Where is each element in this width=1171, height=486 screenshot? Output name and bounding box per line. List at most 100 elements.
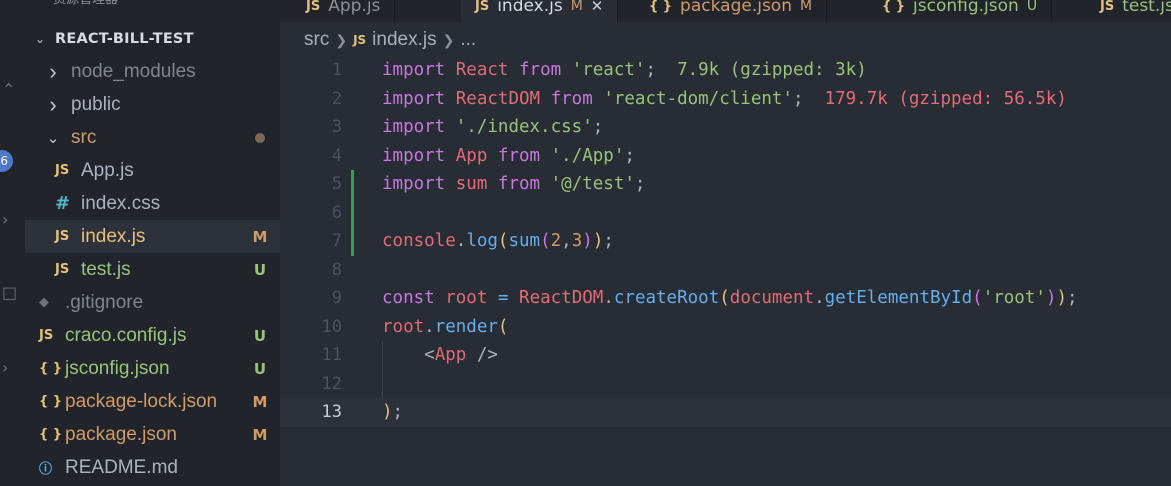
tree-item[interactable]: › node_modules: [25, 55, 280, 88]
code-line[interactable]: 9 const root = ReactDOM.createRoot(docume…: [280, 284, 1171, 313]
tree-item[interactable]: # index.css: [25, 187, 280, 220]
tree-item[interactable]: ⌄ src: [25, 121, 280, 154]
tree-item-label: test.js: [81, 258, 131, 280]
tab-modified-mark: M: [570, 0, 583, 14]
tree-item[interactable]: { } jsconfig.json U: [25, 352, 280, 385]
code-text: console.log(sum(2,3));: [382, 231, 614, 251]
chevron-right-icon: ›: [49, 91, 57, 117]
activity-bar: ⌃ 6 › □ ›: [0, 0, 25, 486]
line-number: 13: [321, 402, 342, 422]
tree-item[interactable]: JS craco.config.js U: [25, 319, 280, 352]
explorer-sidebar: 资源管理器 ⌄ REACT-BILL-TEST › node_modules › pu…: [25, 0, 280, 486]
line-number: 1: [331, 60, 342, 80]
chevron-down-icon: ⌄: [34, 32, 46, 46]
json-file-icon: { }: [649, 0, 673, 14]
code-editor[interactable]: 1 import React from 'react'; 7.9k (gzippe…: [280, 56, 1171, 486]
run-debug-icon[interactable]: ›: [2, 212, 8, 228]
git-status-badge: M: [252, 227, 268, 246]
git-added-marker[interactable]: [351, 170, 354, 199]
editor-tabs: JS App.js JS index.js M ✕ { } package.js…: [280, 0, 1171, 22]
code-text: <App />: [382, 345, 498, 365]
tree-item[interactable]: JS App.js: [25, 154, 280, 187]
js-file-icon: JS: [475, 0, 490, 14]
project-name: REACT-BILL-TEST: [55, 31, 194, 47]
breadcrumb-more[interactable]: ...: [460, 29, 476, 51]
git-status-badge: U: [253, 326, 267, 345]
code-line[interactable]: 2 import ReactDOM from 'react-dom/client'…: [280, 85, 1171, 114]
info-file-icon: ⓘ: [39, 462, 53, 477]
tab-modified-mark: M: [799, 0, 813, 14]
tree-item[interactable]: JS index.js M: [25, 220, 280, 253]
line-number: 3: [331, 117, 342, 137]
js-file-icon: JS: [1100, 0, 1115, 14]
code-text: import React from 'react'; 7.9k (gzipped…: [382, 60, 867, 80]
chevron-down-icon: ⌄: [46, 129, 60, 147]
breadcrumb-folder[interactable]: src: [304, 29, 329, 51]
line-number: 6: [331, 202, 342, 223]
tab-label: App.js: [328, 0, 381, 16]
line-number: 4: [331, 145, 342, 166]
tree-item-label: .gitignore: [65, 291, 144, 313]
chevron-right-icon: ›: [49, 58, 57, 84]
code-text: const root = ReactDOM.createRoot(documen…: [382, 288, 1078, 308]
code-line[interactable]: 5 import sum from '@/test';: [280, 170, 1171, 199]
breadcrumb-file[interactable]: index.js: [372, 29, 436, 51]
tab-untracked-mark: U: [1026, 0, 1038, 14]
tree-item[interactable]: { } package.json M: [25, 418, 280, 451]
modified-dot: [240, 132, 280, 143]
code-line[interactable]: 4 import App from './App';: [280, 142, 1171, 171]
code-line[interactable]: 10 root.render(: [280, 313, 1171, 342]
code-line[interactable]: 6: [280, 198, 1171, 227]
code-line[interactable]: 3 import './index.css';: [280, 113, 1171, 142]
line-number: 7: [331, 231, 342, 251]
tree-item[interactable]: JS test.js U: [25, 253, 280, 286]
tree-item[interactable]: ⓘ README.md: [25, 451, 280, 484]
code-line[interactable]: 12: [280, 369, 1171, 398]
git-status-badge: M: [252, 425, 268, 444]
tree-item[interactable]: ◆ .gitignore: [25, 286, 280, 319]
code-line[interactable]: 1 import React from 'react'; 7.9k (gzippe…: [280, 56, 1171, 85]
tree-item-label: jsconfig.json: [65, 357, 170, 379]
tree-item-label: src: [71, 126, 97, 148]
code-line[interactable]: 11 <App />: [280, 341, 1171, 370]
source-control-badge[interactable]: 6: [0, 150, 13, 172]
tab-label: jsconfig.json: [913, 0, 1019, 16]
tree-item-label: App.js: [81, 159, 134, 181]
js-file-icon: JS: [39, 328, 54, 343]
explorer-title: 资源管理器: [53, 0, 118, 9]
tab-label: package.json: [680, 0, 792, 16]
json-file-icon: { }: [39, 361, 63, 376]
tab-test-js[interactable]: JS test.js: [1086, 0, 1171, 22]
code-line[interactable]: 13);: [280, 398, 1171, 427]
code-text: import ReactDOM from 'react-dom/client';…: [382, 88, 1067, 109]
tree-item-label: public: [71, 93, 121, 115]
tree-item-label: index.js: [81, 225, 146, 247]
tab-jsconfig-json[interactable]: { } jsconfig.json U: [868, 0, 1053, 22]
remote-icon[interactable]: ›: [2, 360, 8, 376]
git-file-icon: ◆: [39, 295, 49, 310]
line-number: 10: [321, 316, 342, 337]
tab-package-json[interactable]: { } package.json M: [635, 0, 828, 22]
breadcrumb: src ❯ JS index.js ❯ ...: [304, 28, 476, 52]
code-line[interactable]: 8: [280, 256, 1171, 285]
git-status-badge: U: [253, 359, 267, 378]
line-number: 8: [331, 259, 342, 280]
tree-item-label: index.css: [81, 192, 161, 214]
js-file-icon: JS: [55, 229, 70, 244]
tree-item[interactable]: › public: [25, 88, 280, 121]
indent-guide: [382, 369, 383, 398]
git-added-marker[interactable]: [351, 198, 354, 227]
tab-label: test.js: [1122, 0, 1171, 16]
close-icon[interactable]: ✕: [591, 0, 604, 15]
js-file-icon: JS: [55, 262, 70, 277]
tab-index-js[interactable]: JS index.js M ✕: [461, 0, 619, 22]
tree-item[interactable]: { } package-lock.json M: [25, 385, 280, 418]
project-header[interactable]: ⌄ REACT-BILL-TEST: [25, 24, 280, 54]
git-added-marker[interactable]: [351, 227, 354, 256]
code-text: import sum from '@/test';: [382, 174, 646, 194]
code-text: import './index.css';: [382, 117, 604, 137]
tab-app-js[interactable]: JS App.js: [292, 0, 396, 22]
search-icon[interactable]: ⌃: [2, 82, 15, 98]
extensions-icon[interactable]: □: [2, 285, 17, 301]
code-line[interactable]: 7 console.log(sum(2,3));: [280, 227, 1171, 256]
